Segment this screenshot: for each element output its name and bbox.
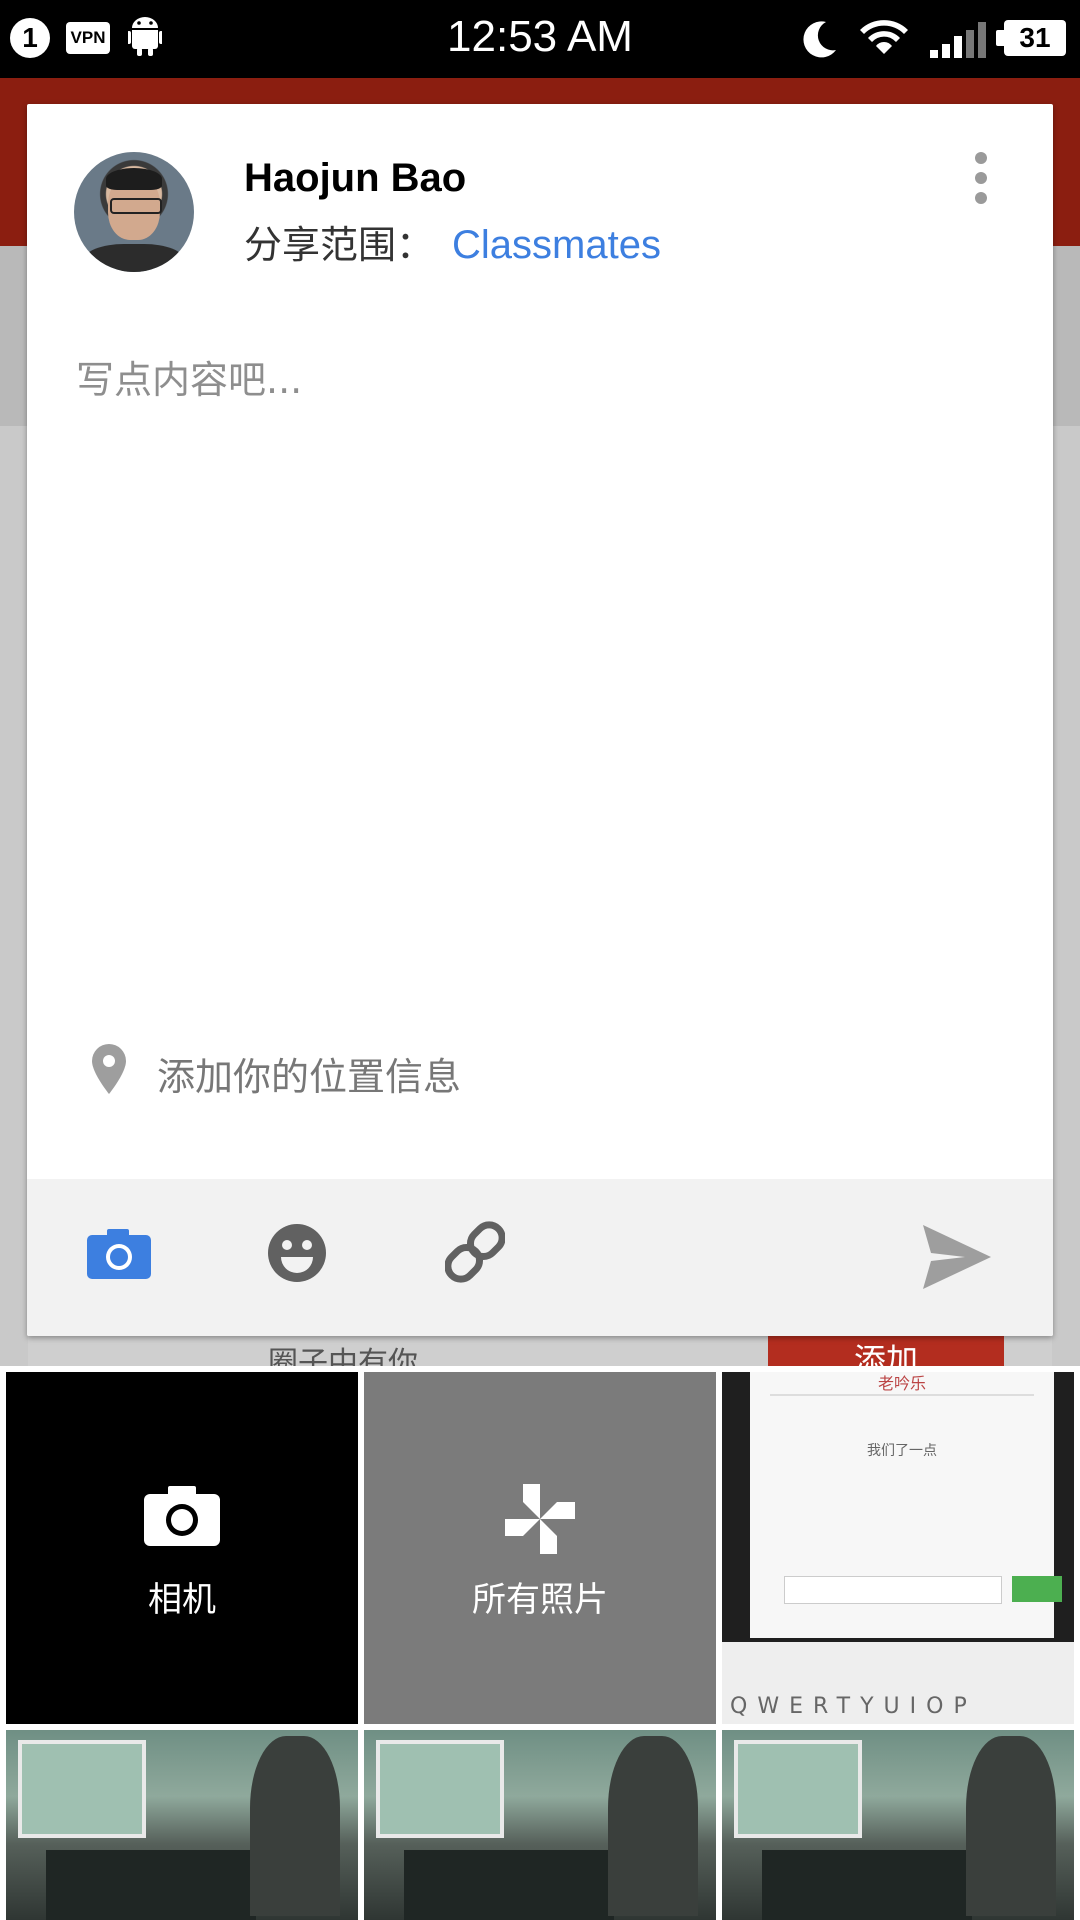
camera-icon[interactable] <box>87 1227 151 1283</box>
clock: 12:53 AM <box>447 12 633 61</box>
more-options-icon[interactable] <box>971 152 991 204</box>
photo-person <box>250 1736 340 1916</box>
background-item-text: 圈子中有你 <box>268 1346 418 1366</box>
post-compose-input[interactable] <box>74 347 1008 891</box>
photo-table <box>46 1850 256 1920</box>
photo-person <box>966 1736 1056 1916</box>
share-scope-selector[interactable]: Classmates <box>452 223 661 267</box>
avatar-glasses <box>110 198 162 214</box>
screenshot-keyboard: QWERTYUIOP <box>722 1642 1074 1724</box>
status-bar: 1 VPN 12:53 AM 31 <box>0 0 1080 78</box>
all-photos-tile[interactable]: 所有照片 <box>364 1372 716 1724</box>
photo-picker-grid: 相机 所有照片 老吟乐 我们了一点 QWERTYUIOP <box>0 1366 1080 1920</box>
share-scope-row: 分享范围： Classmates <box>244 214 661 269</box>
photo-thumbnail[interactable] <box>364 1730 716 1920</box>
add-location-label: 添加你的位置信息 <box>157 1055 462 1099</box>
photo-thumbnail[interactable] <box>722 1730 1074 1920</box>
send-icon[interactable] <box>921 1223 993 1295</box>
photo-table <box>404 1850 614 1920</box>
avatar-shirt <box>84 244 184 272</box>
share-post-dialog: Haojun Bao 分享范围： Classmates 添加你的位置信息 <box>27 104 1053 1336</box>
moon-icon <box>798 18 840 64</box>
camera-icon <box>6 1484 358 1550</box>
wifi-icon <box>858 18 910 62</box>
user-name: Haojun Bao <box>244 156 467 200</box>
screenshot-screen: 老吟乐 我们了一点 <box>750 1372 1062 1638</box>
screenshot-text: 我们了一点 <box>867 1443 937 1459</box>
screenshot-input <box>784 1576 1002 1604</box>
avatar[interactable] <box>74 152 194 272</box>
link-icon[interactable] <box>444 1221 506 1287</box>
post-toolbar <box>27 1179 1053 1336</box>
photo-window <box>734 1740 862 1838</box>
screenshot-keys: QWERTYUIOP <box>730 1694 977 1719</box>
location-pin-icon <box>91 1044 127 1098</box>
screenshot-title: 老吟乐 <box>877 1374 926 1393</box>
photo-window <box>376 1740 504 1838</box>
screenshot-thumbnail[interactable]: 老吟乐 我们了一点 QWERTYUIOP <box>722 1372 1074 1724</box>
emoji-icon[interactable] <box>267 1223 327 1287</box>
screenshot-divider <box>770 1394 1034 1396</box>
battery-icon: 31 <box>996 20 1066 56</box>
photo-table <box>762 1850 972 1920</box>
share-scope-label: 分享范围： <box>244 223 435 267</box>
photo-window <box>18 1740 146 1838</box>
camera-tile[interactable]: 相机 <box>6 1372 358 1724</box>
avatar-hair <box>106 168 162 190</box>
screenshot-send <box>1012 1576 1062 1602</box>
photo-person <box>608 1736 698 1916</box>
signal-icon <box>928 22 986 62</box>
camera-tile-label: 相机 <box>148 1580 216 1620</box>
all-photos-tile-label: 所有照片 <box>472 1580 608 1620</box>
pinwheel-icon <box>364 1484 716 1558</box>
photo-thumbnail[interactable] <box>6 1730 358 1920</box>
